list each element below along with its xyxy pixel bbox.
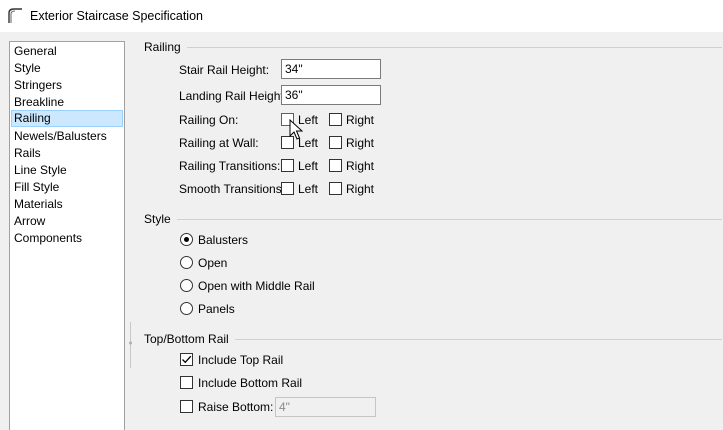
- smooth-transitions-left-checkbox[interactable]: [281, 182, 294, 195]
- smooth-transitions-right-label: Right: [346, 182, 375, 196]
- include-bottom-rail-label: Include Bottom Rail: [198, 376, 303, 390]
- sidebar-item-style[interactable]: Style: [11, 60, 123, 77]
- style-panels-label: Panels: [198, 302, 235, 316]
- railing-transitions-right-checkbox[interactable]: [329, 159, 342, 172]
- railing-transitions-left-checkbox[interactable]: [281, 159, 294, 172]
- style-open-label: Open: [198, 256, 228, 270]
- sidebar-item-line-style[interactable]: Line Style: [11, 162, 123, 179]
- sidebar-item-newels-balusters[interactable]: Newels/Balusters: [11, 128, 123, 145]
- sidebar-item-railing[interactable]: Railing: [11, 110, 123, 127]
- include-top-rail-label: Include Top Rail: [198, 353, 284, 367]
- style-open-middle-rail-label: Open with Middle Rail: [198, 279, 315, 293]
- landing-rail-height-label: Landing Rail Height:: [179, 89, 288, 103]
- staircase-app-icon: [8, 8, 22, 23]
- railing-section-divider: [144, 47, 722, 48]
- sidebar-item-materials[interactable]: Materials: [11, 196, 123, 213]
- style-balusters-radio[interactable]: [180, 233, 193, 246]
- raise-bottom-label: Raise Bottom:: [198, 400, 274, 414]
- style-section-label: Style: [144, 212, 177, 226]
- sidebar-item-fill-style[interactable]: Fill Style: [11, 179, 123, 196]
- stair-rail-height-label: Stair Rail Height:: [179, 63, 270, 77]
- smooth-transitions-right-checkbox[interactable]: [329, 182, 342, 195]
- railing-on-right-label: Right: [346, 113, 375, 127]
- checkmark-icon: [182, 355, 192, 364]
- sidebar-item-general[interactable]: General: [11, 43, 123, 60]
- railing-at-wall-right-label: Right: [346, 136, 375, 150]
- railing-at-wall-right-checkbox[interactable]: [329, 136, 342, 149]
- mouse-pointer-icon: [289, 119, 303, 140]
- sidebar-item-stringers[interactable]: Stringers: [11, 77, 123, 94]
- style-balusters-label: Balusters: [198, 233, 249, 247]
- radio-selected-dot: [184, 237, 189, 242]
- style-panels-radio[interactable]: [180, 302, 193, 315]
- sidebar-item-rails[interactable]: Rails: [11, 145, 123, 162]
- smooth-transitions-label: Smooth Transitions:: [179, 182, 286, 196]
- stair-rail-height-input[interactable]: [281, 59, 381, 79]
- style-section-divider: [144, 219, 722, 220]
- include-bottom-rail-checkbox[interactable]: [180, 376, 193, 389]
- window-title: Exterior Staircase Specification: [30, 9, 203, 23]
- sidebar-item-arrow[interactable]: Arrow: [11, 213, 123, 230]
- railing-at-wall-label: Railing at Wall:: [179, 136, 259, 150]
- panel-splitter-handle[interactable]: [129, 322, 132, 368]
- railing-on-right-checkbox[interactable]: [329, 113, 342, 126]
- railing-transitions-label: Railing Transitions:: [179, 159, 281, 173]
- style-open-radio[interactable]: [180, 256, 193, 269]
- sidebar-item-breakline[interactable]: Breakline: [11, 94, 123, 111]
- sidebar-item-components[interactable]: Components: [11, 230, 123, 247]
- landing-rail-height-input[interactable]: [281, 85, 381, 105]
- raise-bottom-checkbox[interactable]: [180, 400, 193, 413]
- category-list[interactable]: General Style Stringers Breakline Railin…: [9, 41, 125, 430]
- railing-section-label: Railing: [144, 40, 187, 54]
- title-bar: Exterior Staircase Specification: [0, 0, 723, 32]
- railing-on-label: Railing On:: [179, 113, 239, 127]
- smooth-transitions-left-label: Left: [298, 182, 319, 196]
- railing-transitions-right-label: Right: [346, 159, 375, 173]
- include-top-rail-checkbox[interactable]: [180, 353, 193, 366]
- top-bottom-rail-section-label: Top/Bottom Rail: [144, 332, 235, 346]
- railing-transitions-left-label: Left: [298, 159, 319, 173]
- raise-bottom-input[interactable]: [275, 397, 376, 417]
- style-open-middle-rail-radio[interactable]: [180, 279, 193, 292]
